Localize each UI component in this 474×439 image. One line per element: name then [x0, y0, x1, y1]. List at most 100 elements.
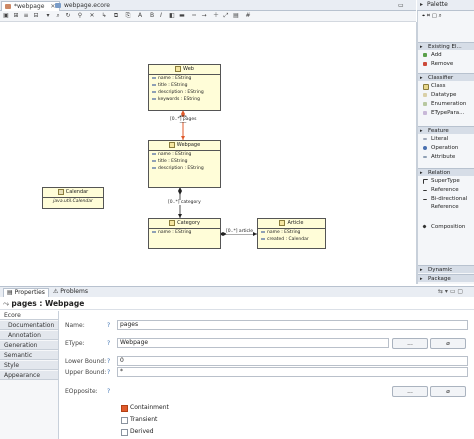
remove-icon [423, 62, 427, 66]
derived-checkbox[interactable] [121, 429, 128, 436]
class-header: Article [258, 219, 325, 229]
tab-properties[interactable]: ▤ Properties [3, 288, 49, 297]
palette-drawer-relation[interactable]: Relation [418, 168, 474, 177]
eopposite-clear-button[interactable]: ⌀ [430, 386, 466, 397]
palette-drawer-classifier[interactable]: Classifier [418, 73, 474, 82]
help-icon[interactable]: ? [107, 358, 110, 365]
etype-field[interactable]: Webpage [117, 338, 389, 348]
palette-item-add[interactable]: Add [418, 51, 474, 59]
palette-item-supertype[interactable]: SuperType [418, 177, 474, 185]
attribute-row[interactable]: name : EString [149, 151, 220, 158]
palette-item-operation[interactable]: Operation [418, 144, 474, 152]
help-icon[interactable]: ? [107, 340, 110, 347]
palette-item-composition[interactable]: Composition [418, 223, 474, 231]
palette-item-literal[interactable]: Literal [418, 135, 474, 143]
pages-edge-label: [0..*] pages [170, 117, 197, 122]
palette-drawer-existing[interactable]: Existing El... [418, 42, 474, 51]
tab-documentation[interactable]: Documentation [0, 321, 58, 330]
palette-drawer-package[interactable]: Package [418, 274, 474, 283]
attribute-icon [423, 156, 427, 158]
operation-icon [423, 146, 427, 150]
add-icon [423, 53, 427, 57]
name-field[interactable]: pages [117, 320, 468, 330]
help-icon[interactable]: ? [107, 388, 110, 395]
datatype-calendar[interactable]: Calendar java.util.Calendar [42, 187, 104, 209]
palette-item-label: Add [431, 52, 442, 58]
etype-browse-button[interactable]: ... [392, 338, 428, 349]
class-header: Web [149, 65, 220, 75]
properties-icon: ▤ [7, 289, 15, 296]
palette-icon: ▸ [420, 1, 424, 8]
composition-icon [422, 224, 427, 229]
palette: ⌖ ⌗ ▢ ⌕ Existing El... Add Remove Classi… [417, 11, 474, 284]
palette-title: Palette [427, 1, 448, 8]
page-title: pages : Webpage [11, 299, 85, 308]
attribute-row[interactable]: title : EString [149, 158, 220, 165]
palette-item-class[interactable]: Class [418, 82, 474, 90]
supertype-icon [423, 179, 428, 184]
attribute-row[interactable]: name : EString [258, 229, 325, 236]
palette-item-etypeparameter[interactable]: ETypePara... [418, 109, 474, 117]
derived-label: Derived [130, 428, 154, 435]
tab-problems[interactable]: ⚠ Problems [50, 288, 91, 296]
properties-title: ⤳ pages : Webpage [0, 297, 474, 310]
palette-item-attribute[interactable]: Attribute [418, 153, 474, 161]
palette-drawer-dynamic[interactable]: Dynamic [418, 265, 474, 274]
help-icon[interactable]: ? [107, 322, 110, 329]
attribute-row[interactable]: title : EString [149, 82, 220, 89]
palette-drawer-feature[interactable]: Feature [418, 126, 474, 135]
attribute-row[interactable]: description : EString [149, 89, 220, 96]
palette-item-datatype[interactable]: Datatype [418, 91, 474, 99]
class-article[interactable]: Article name : EString created : Calenda… [257, 218, 326, 249]
containment-checkbox[interactable] [121, 405, 128, 412]
class-web[interactable]: Web name : EString title : EString descr… [148, 64, 221, 111]
upper-bound-field[interactable]: * [117, 367, 468, 377]
class-name: Article [287, 220, 304, 226]
literal-icon [423, 138, 427, 140]
palette-item-label: Datatype [431, 92, 457, 98]
palette-item-enumeration[interactable]: Enumeration [418, 100, 474, 108]
tab-semantic[interactable]: Semantic [0, 351, 58, 360]
class-icon [175, 65, 182, 72]
tab-appearance[interactable]: Appearance [0, 371, 58, 380]
eopposite-browse-button[interactable]: ... [392, 386, 428, 397]
class-category[interactable]: Category name : EString [148, 218, 221, 249]
class-icon [169, 219, 176, 226]
class-header: Category [149, 219, 220, 229]
class-webpage[interactable]: Webpage name : EString title : EString d… [148, 140, 221, 188]
etype-clear-button[interactable]: ⌀ [430, 338, 466, 349]
class-name: Web [183, 66, 194, 72]
help-icon[interactable]: ? [107, 369, 110, 376]
transient-checkbox[interactable] [121, 417, 128, 424]
palette-header[interactable]: ▸ Palette [417, 0, 474, 11]
attribute-row[interactable]: name : EString [149, 75, 220, 82]
attribute-row[interactable]: description : EString [149, 165, 220, 172]
tab-label: Properties [14, 289, 45, 296]
attribute-row[interactable]: keywords : EString [149, 96, 220, 103]
eopposite-label: EOpposite: [65, 388, 98, 395]
class-header: Webpage [149, 141, 220, 151]
palette-item-label: Remove [431, 61, 454, 67]
palette-item-reference[interactable]: Reference [418, 186, 474, 194]
palette-tools-row[interactable]: ⌖ ⌗ ▢ ⌕ [418, 12, 474, 20]
tab-annotation[interactable]: Annotation [0, 331, 58, 340]
palette-item-remove[interactable]: Remove [418, 60, 474, 68]
datatype-icon [423, 93, 427, 97]
palette-item-bidirectional-reference[interactable]: Bi-directional Reference [418, 195, 468, 221]
datatype-name: Calendar [65, 189, 89, 195]
tab-ecore[interactable]: Ecore [0, 311, 58, 320]
palette-item-label: Bi-directional Reference [431, 196, 468, 210]
palette-item-label: Class [431, 83, 446, 89]
lower-bound-field[interactable]: 0 [117, 356, 468, 366]
tab-label: Problems [60, 288, 88, 295]
tab-style[interactable]: Style [0, 361, 58, 370]
tab-generation[interactable]: Generation [0, 341, 58, 350]
class-icon [168, 141, 175, 148]
attribute-row[interactable]: name : EString [149, 229, 220, 236]
view-toolbar-icons[interactable]: ⇆ ▾ ▭ ▢ [438, 288, 463, 296]
lower-bound-label: Lower Bound: [65, 358, 107, 365]
attribute-row[interactable]: created : Calendar [258, 236, 325, 243]
palette-item-label: Operation [431, 145, 459, 151]
palette-item-label: ETypePara... [431, 110, 465, 116]
palette-item-label: Composition [431, 224, 466, 230]
